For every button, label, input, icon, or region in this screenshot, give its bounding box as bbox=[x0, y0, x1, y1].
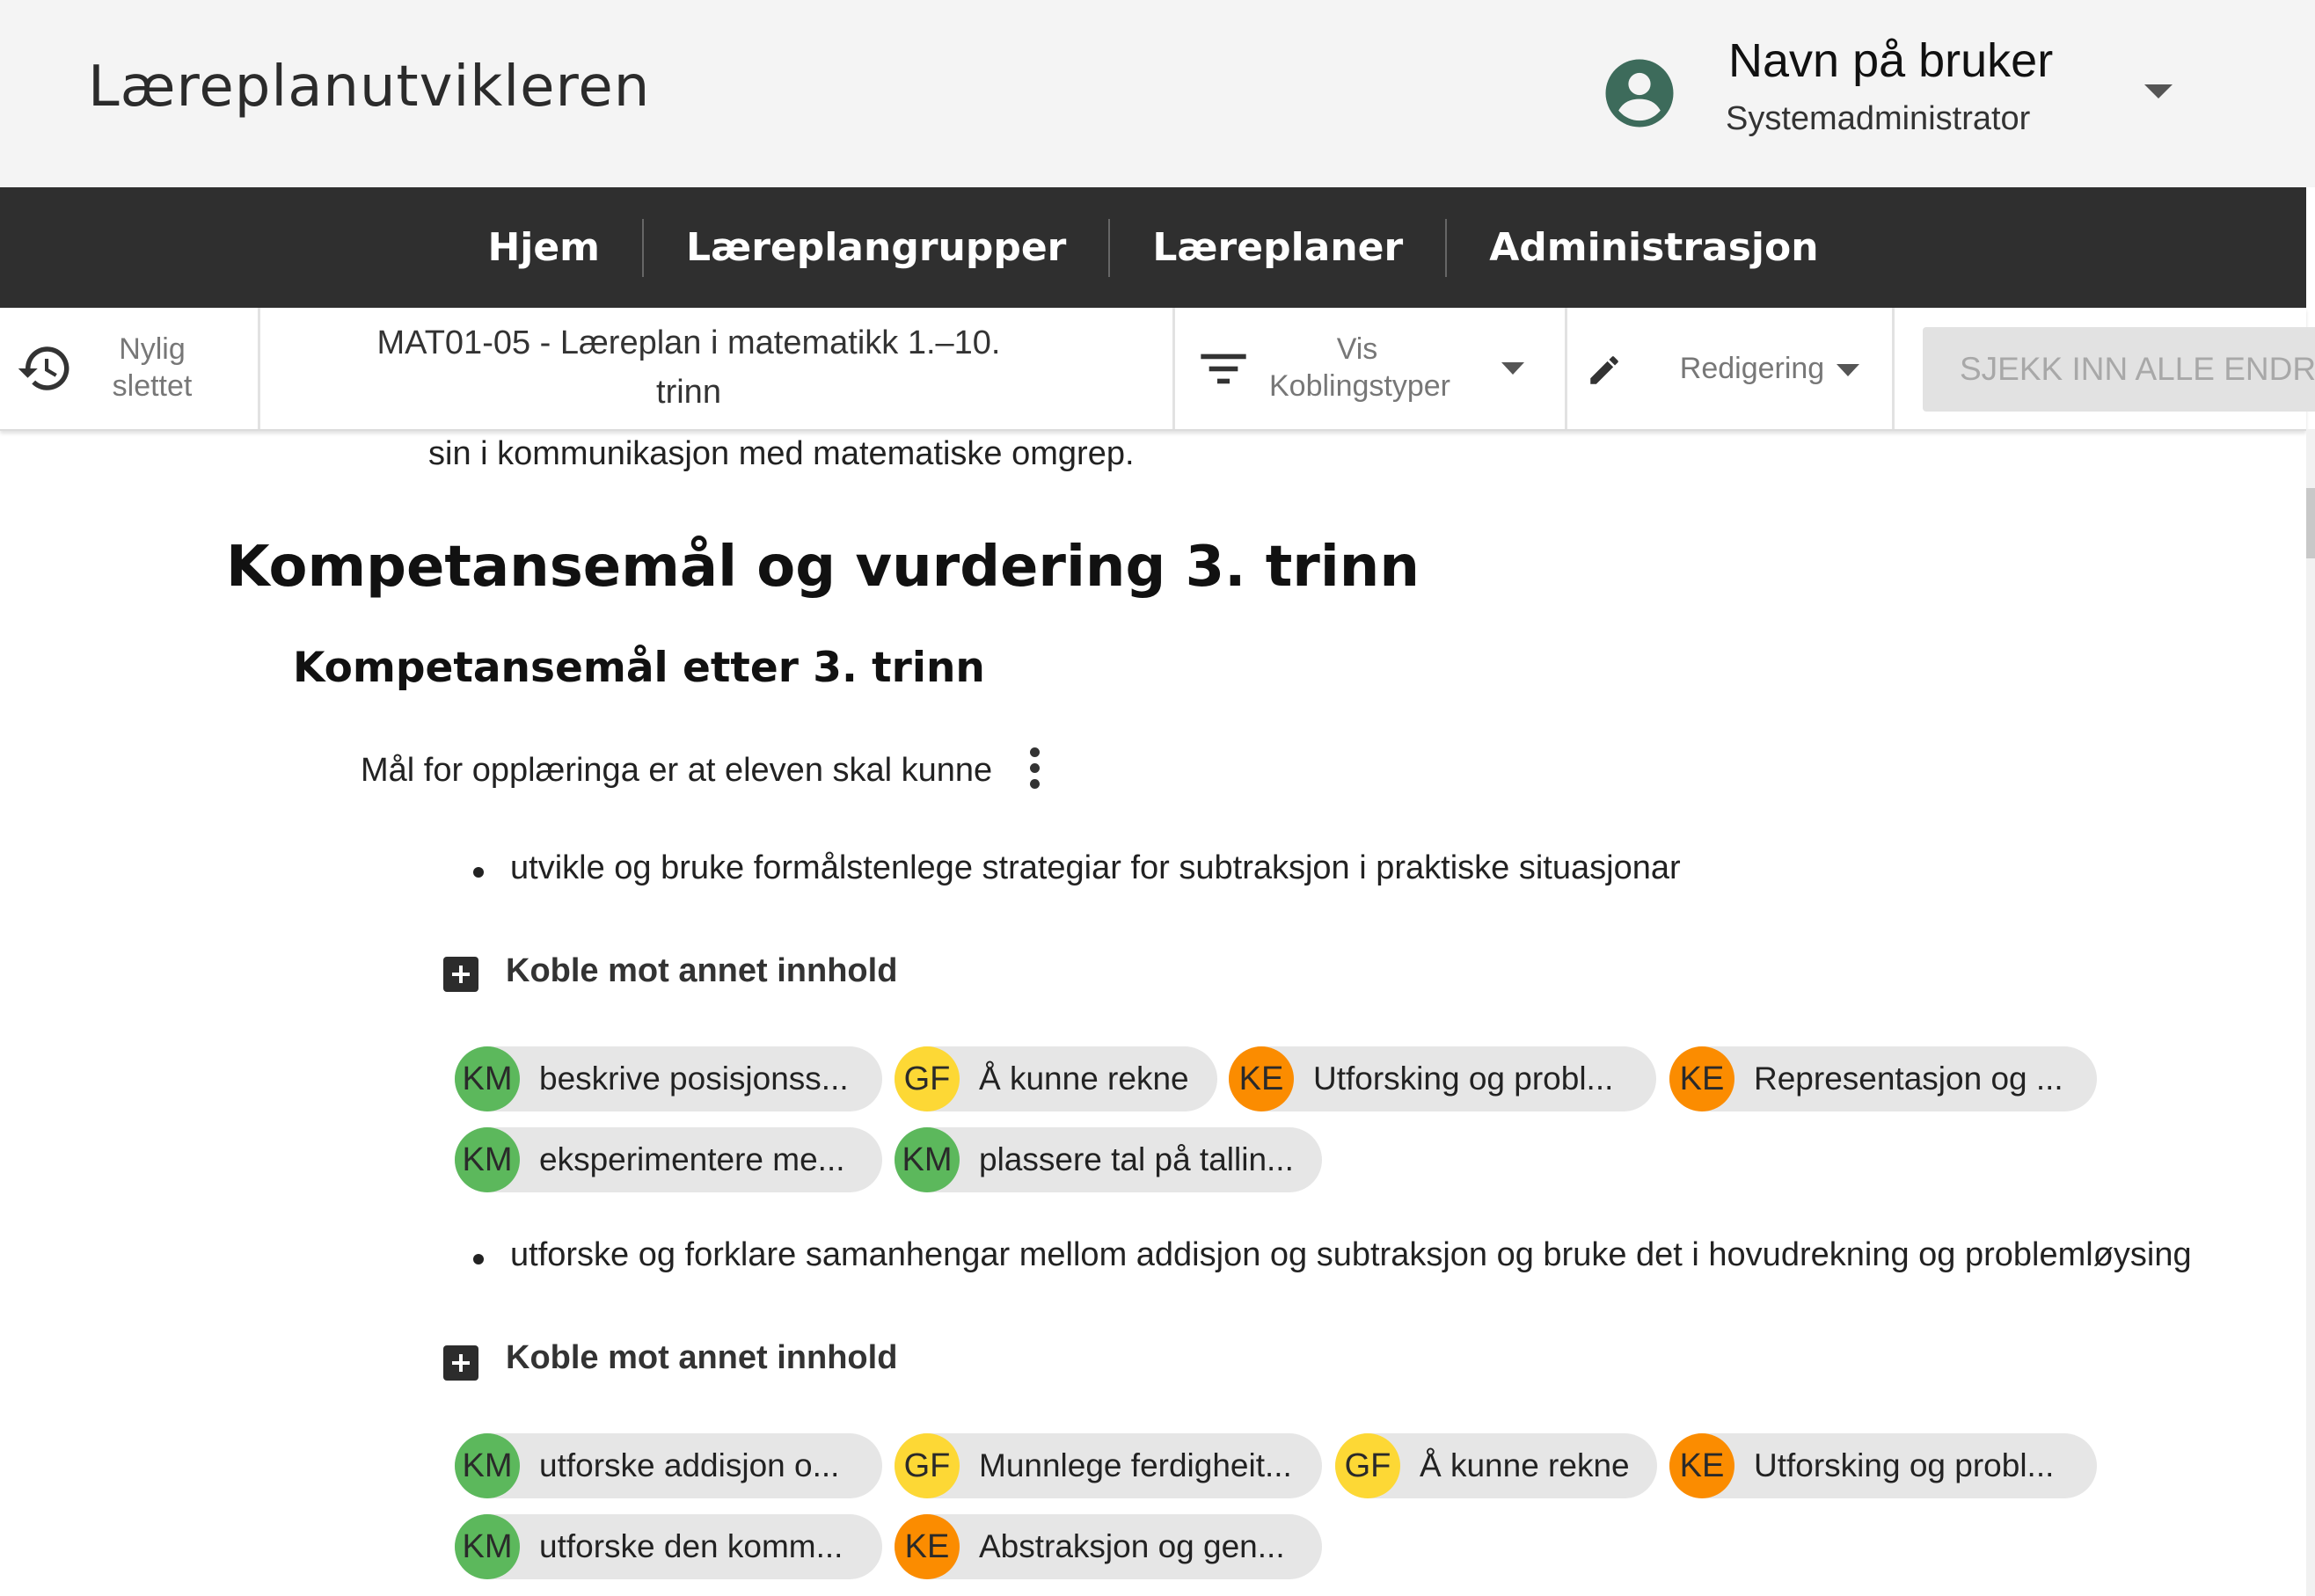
document-title-cell: MAT01-05 - Læreplan i matematikk 1.–10. … bbox=[258, 308, 1175, 429]
document-title: trinn bbox=[656, 374, 721, 411]
chip-label: Å kunne rekne bbox=[1420, 1447, 1630, 1483]
chip-avatar: KE bbox=[1229, 1046, 1294, 1111]
chip-avatar: KM bbox=[895, 1127, 960, 1192]
check-in-all-button[interactable]: SJEKK INN ALLE ENDRINGER bbox=[1923, 327, 2315, 412]
linked-content-chip[interactable]: KM utforske addisjon o... bbox=[455, 1433, 882, 1498]
nav-item-laereplaner[interactable]: Læreplaner bbox=[1110, 219, 1445, 277]
edit-mode-select[interactable]: Redigering bbox=[1565, 308, 1895, 429]
chip-avatar: KM bbox=[455, 1127, 520, 1192]
chip-avatar: GF bbox=[1335, 1433, 1400, 1498]
chip-label: utforske addisjon o... bbox=[539, 1447, 840, 1483]
user-role: Systemadministrator bbox=[1726, 100, 2031, 137]
previous-paragraph-text: sin i kommunikasjon med matematiske omgr… bbox=[428, 435, 1135, 472]
more-vert-icon[interactable] bbox=[1025, 747, 1044, 793]
account-circle-icon[interactable] bbox=[1603, 56, 1676, 130]
linked-content-chip[interactable]: KM plassere tal på tallin... bbox=[895, 1127, 1322, 1192]
chip-label: Abstraksjon og gen... bbox=[979, 1528, 1285, 1564]
linked-content-chip[interactable]: GF Å kunne rekne bbox=[1335, 1433, 1657, 1498]
document-toolbar: Nylig slettet MAT01-05 - Læreplan i mate… bbox=[0, 308, 2315, 431]
document-title: MAT01-05 - Læreplan i matematikk 1.–10. bbox=[376, 324, 1001, 361]
chip-avatar: KM bbox=[455, 1514, 520, 1579]
app-header: Læreplanutvikleren Navn på bruker System… bbox=[0, 0, 2315, 187]
filter-label: Vis bbox=[1336, 332, 1378, 366]
dropdown-caret-icon[interactable] bbox=[2144, 84, 2173, 98]
nav-item-administrasjon[interactable]: Administrasjon bbox=[1447, 219, 1860, 277]
competence-goal-text: utforske og forklare samanhengar mellom … bbox=[510, 1236, 2192, 1273]
linked-content-chip[interactable]: KE Abstraksjon og gen... bbox=[895, 1514, 1322, 1579]
chip-avatar: KM bbox=[455, 1433, 520, 1498]
competence-goal-text: utvikle og bruke formålstenlege strategi… bbox=[510, 849, 1681, 886]
chip-avatar: GF bbox=[895, 1433, 960, 1498]
chip-label: plassere tal på tallin... bbox=[979, 1141, 1294, 1177]
chip-avatar: KE bbox=[1669, 1046, 1734, 1111]
chip-label: Utforsking og probl... bbox=[1754, 1447, 2055, 1483]
recently-deleted-label: slettet bbox=[112, 369, 193, 403]
chip-label: beskrive posisjonss... bbox=[539, 1060, 849, 1097]
linked-content-chip[interactable]: KE Utforsking og probl... bbox=[1229, 1046, 1656, 1111]
nav-item-laereplangrupper[interactable]: Læreplangrupper bbox=[644, 219, 1108, 277]
chip-label: Munnlege ferdigheit... bbox=[979, 1447, 1292, 1483]
filter-icon bbox=[1201, 353, 1246, 384]
chip-avatar: KE bbox=[1669, 1433, 1734, 1498]
pencil-icon bbox=[1590, 356, 1618, 384]
section-heading: Kompetansemål og vurdering 3. trinn bbox=[226, 535, 1420, 600]
linked-content-chip[interactable]: KM eksperimentere me... bbox=[455, 1127, 882, 1192]
edit-mode-label: Redigering bbox=[1679, 352, 1825, 385]
link-type-filter[interactable]: Vis Koblingstyper bbox=[1172, 308, 1567, 429]
linked-content-chip[interactable]: KM beskrive posisjonss... bbox=[455, 1046, 882, 1111]
link-other-content-button[interactable]: Koble mot annet innhold bbox=[506, 952, 897, 990]
chip-label: eksperimentere me... bbox=[539, 1141, 845, 1177]
recently-deleted-button[interactable]: Nylig slettet bbox=[0, 308, 260, 429]
bullet-icon bbox=[473, 1254, 484, 1264]
link-other-content-button[interactable]: Koble mot annet innhold bbox=[506, 1339, 897, 1377]
chip-label: Utforsking og probl... bbox=[1313, 1060, 1614, 1097]
recently-deleted-label: Nylig bbox=[119, 332, 186, 366]
scrollbar-thumb[interactable] bbox=[2306, 488, 2315, 558]
bullet-icon bbox=[473, 867, 484, 878]
user-name[interactable]: Navn på bruker bbox=[1728, 33, 2053, 88]
main-nav: Hjem Læreplangrupper Læreplaner Administ… bbox=[0, 187, 2306, 308]
filter-label: Koblingstyper bbox=[1269, 369, 1451, 403]
chip-avatar: KM bbox=[455, 1046, 520, 1111]
chip-label: Å kunne rekne bbox=[979, 1060, 1189, 1097]
app-title[interactable]: Læreplanutvikleren bbox=[88, 55, 650, 120]
goals-intro-text: Mål for opplæringa er at eleven skal kun… bbox=[361, 752, 993, 789]
chip-avatar: GF bbox=[895, 1046, 960, 1111]
linked-content-chip[interactable]: KE Utforsking og probl... bbox=[1669, 1433, 2097, 1498]
add-box-icon[interactable] bbox=[443, 1345, 478, 1381]
linked-content-chip[interactable]: GF Å kunne rekne bbox=[895, 1046, 1217, 1111]
linked-content-chip[interactable]: KM utforske den komm... bbox=[455, 1514, 882, 1579]
linked-content-chip[interactable]: GF Munnlege ferdigheit... bbox=[895, 1433, 1322, 1498]
subsection-heading: Kompetansemål etter 3. trinn bbox=[293, 644, 985, 692]
dropdown-caret-icon bbox=[1837, 364, 1859, 376]
chip-label: Representasjon og ... bbox=[1754, 1060, 2063, 1097]
scrollbar-track[interactable] bbox=[2306, 429, 2315, 1596]
chip-avatar: KE bbox=[895, 1514, 960, 1579]
add-box-icon[interactable] bbox=[443, 957, 478, 992]
dropdown-caret-icon bbox=[1501, 362, 1524, 375]
linked-content-chip[interactable]: KE Representasjon og ... bbox=[1669, 1046, 2097, 1111]
history-icon bbox=[18, 346, 69, 390]
nav-item-hjem[interactable]: Hjem bbox=[445, 219, 642, 277]
chip-label: utforske den komm... bbox=[539, 1528, 843, 1564]
